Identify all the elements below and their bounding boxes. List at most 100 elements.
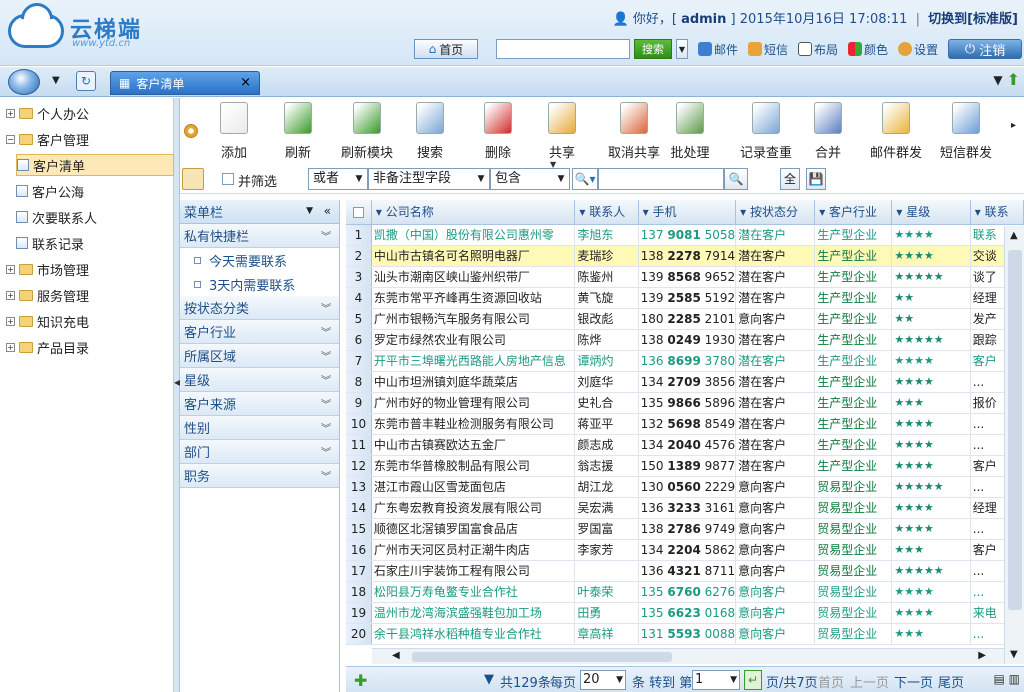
company-cell[interactable]: 中山市坦洲镇刘庭华蔬菜店 (371, 371, 576, 393)
toolbar-button-10[interactable]: 合并 (800, 102, 856, 161)
company-cell[interactable]: 凯撒（中国）股份有限公司惠州零 (371, 224, 576, 246)
scroll-left-icon[interactable]: ◀ (392, 650, 400, 661)
phone-cell[interactable]: 136 4321 8711 (638, 560, 737, 582)
phone-cell[interactable]: 134 2709 3856 (638, 371, 737, 393)
contact-cell[interactable]: 叶泰荣 (574, 581, 639, 603)
collapse-up-icon[interactable]: ⬆ (1007, 72, 1020, 88)
sms-link[interactable]: 短信 (748, 41, 788, 58)
status-cell[interactable]: 潜在客户 (735, 245, 816, 267)
scroll-thumb[interactable] (1008, 250, 1022, 610)
status-cell[interactable]: 意向客户 (735, 581, 816, 603)
column-header[interactable]: ▾ 客户行业 (814, 200, 893, 225)
reload-icon[interactable]: ↻ (76, 71, 96, 91)
vertical-scrollbar[interactable]: ▲ ▼ (1004, 226, 1024, 664)
expand-icon[interactable]: + (6, 108, 15, 118)
sidebar-item[interactable]: 客户公海 (16, 180, 84, 202)
company-cell[interactable]: 中山市古镇赛欧达五金厂 (371, 434, 576, 456)
search-dropdown[interactable]: ▼ (676, 39, 688, 59)
status-cell[interactable]: 潜在客户 (735, 350, 816, 372)
filter-config-icon[interactable] (182, 168, 204, 190)
table-row[interactable]: 11 中山市古镇赛欧达五金厂 颜志成 134 2040 4576 潜在客户 生产型企业 ★★… (346, 434, 1024, 456)
column-menu-icon[interactable]: ▾ (896, 205, 906, 219)
company-cell[interactable]: 东莞市常平齐峰再生资源回收站 (371, 287, 576, 309)
table-row[interactable]: 17 石家庄川宇装饰工程有限公司 136 4321 8711 意向客户 贸易型企业 ★★★… (346, 560, 1024, 582)
industry-cell[interactable]: 生产型企业 (814, 434, 893, 456)
table-row[interactable]: 13 湛江市霞山区雪茏面包店 胡江龙 130 0560 2229 意向客户 贸易型企业 ★★… (346, 476, 1024, 498)
select-all-cell[interactable] (346, 200, 372, 225)
industry-cell[interactable]: 贸易型企业 (814, 539, 893, 561)
field-select[interactable]: 非备注型字段 ▼ (368, 168, 490, 190)
tab-customer-list[interactable]: ▦ 客户清单 × (110, 71, 260, 95)
industry-cell[interactable]: 贸易型企业 (814, 560, 893, 582)
company-cell[interactable]: 罗定市绿然农业有限公司 (371, 329, 576, 351)
filter-value-input[interactable] (598, 168, 724, 190)
horizontal-scrollbar[interactable]: ◀ ▶ (372, 648, 1004, 664)
filter-search-button[interactable]: 🔍 (724, 168, 748, 190)
sidebar-item[interactable]: 次要联系人 (16, 206, 97, 228)
company-cell[interactable]: 石家庄川宇装饰工程有限公司 (371, 560, 576, 582)
table-row[interactable]: 10 东莞市普丰鞋业检测服务有限公司 蒋亚平 132 5698 8549 潜在客户 生产型… (346, 413, 1024, 435)
and-filter-checkbox[interactable] (222, 173, 234, 185)
menu-dropdown-icon[interactable]: ▼ (306, 206, 313, 216)
phone-cell[interactable]: 138 2278 7914 (638, 245, 737, 267)
status-cell[interactable]: 潜在客户 (735, 224, 816, 246)
operator-select[interactable]: 包含 ▼ (490, 168, 570, 190)
status-cell[interactable]: 意向客户 (735, 623, 816, 645)
page-select[interactable]: 1 ▼ (692, 670, 740, 690)
toolbar-button-4[interactable]: 搜索 (402, 102, 458, 161)
contact-cell[interactable]: 史礼合 (574, 392, 639, 414)
status-cell[interactable]: 意向客户 (735, 602, 816, 624)
toolbar-settings-icon[interactable] (184, 124, 198, 138)
contact-cell[interactable]: 李旭东 (574, 224, 639, 246)
menu-section[interactable]: 客户行业 ︾ (180, 320, 339, 344)
phone-cell[interactable]: 132 5698 8549 (638, 413, 737, 435)
layout-toggle-icons[interactable]: ▤ ▥ (994, 672, 1021, 686)
industry-cell[interactable]: 生产型企业 (814, 413, 893, 435)
company-cell[interactable]: 湛江市霞山区雪茏面包店 (371, 476, 576, 498)
menu-section[interactable]: 私有快捷栏 ︾ (180, 224, 339, 248)
toolbar-button-5[interactable]: 删除 (470, 102, 526, 161)
industry-cell[interactable]: 生产型企业 (814, 455, 893, 477)
logout-button[interactable]: ⏻ 注销 (948, 39, 1023, 59)
table-row[interactable]: 3 汕头市潮南区峡山鉴州织带厂 陈鉴州 139 8568 9652 潜在客户 生产型企业 ★… (346, 266, 1024, 288)
contact-cell[interactable]: 麦瑞珍 (574, 245, 639, 267)
contact-cell[interactable]: 吴宏满 (574, 497, 639, 519)
menu-sub-item[interactable]: 3天内需要联系 (180, 272, 339, 296)
contact-cell[interactable]: 蒋亚平 (574, 413, 639, 435)
collapse-panel-icon[interactable]: « (324, 204, 331, 218)
contact-cell[interactable]: 翁志援 (574, 455, 639, 477)
status-cell[interactable]: 意向客户 (735, 497, 816, 519)
contact-cell[interactable]: 田勇 (574, 602, 639, 624)
close-icon[interactable]: × (240, 75, 251, 90)
industry-cell[interactable]: 贸易型企业 (814, 581, 893, 603)
menu-section[interactable]: 性别 ︾ (180, 416, 339, 440)
toolbar-button-11[interactable]: 邮件群发 (860, 102, 932, 161)
industry-cell[interactable]: 生产型企业 (814, 392, 893, 414)
industry-cell[interactable]: 贸易型企业 (814, 497, 893, 519)
scroll-down-icon[interactable]: ▼ (1010, 649, 1018, 660)
start-menu-orb[interactable] (8, 69, 40, 95)
status-cell[interactable]: 潜在客户 (735, 434, 816, 456)
status-cell[interactable]: 潜在客户 (735, 455, 816, 477)
column-header[interactable]: ▾ 公司名称 (371, 200, 576, 225)
company-cell[interactable]: 松阳县万寿龟鳖专业合作社 (371, 581, 576, 603)
toolbar-button-6[interactable]: 共享 (534, 102, 590, 161)
layout-link[interactable]: 布局 (798, 41, 838, 58)
phone-cell[interactable]: 135 6623 0168 (638, 602, 737, 624)
table-row[interactable]: 8 中山市坦洲镇刘庭华蔬菜店 刘庭华 134 2709 3856 潜在客户 生产型企业 ★★… (346, 371, 1024, 393)
industry-cell[interactable]: 生产型企业 (814, 329, 893, 351)
sidebar-item[interactable]: + 服务管理 (6, 284, 89, 306)
sidebar-item[interactable]: + 个人办公 (6, 102, 89, 124)
company-cell[interactable]: 余干县鸿祥水稻种植专业合作社 (371, 623, 576, 645)
sidebar-item[interactable]: + 产品目录 (6, 336, 89, 358)
goto-button[interactable]: ↵ (744, 670, 762, 690)
contact-cell[interactable]: 陈鉴州 (574, 266, 639, 288)
sidebar-item[interactable]: − 客户管理 (6, 128, 89, 150)
select-all-checkbox[interactable] (352, 206, 364, 218)
top-search-button[interactable]: 搜索 (634, 39, 672, 59)
status-cell[interactable]: 意向客户 (735, 518, 816, 540)
contact-cell[interactable]: 黄飞旋 (574, 287, 639, 309)
phone-cell[interactable]: 138 2786 9749 (638, 518, 737, 540)
column-menu-icon[interactable]: ▾ (975, 205, 985, 219)
column-menu-icon[interactable]: ▾ (643, 205, 653, 219)
